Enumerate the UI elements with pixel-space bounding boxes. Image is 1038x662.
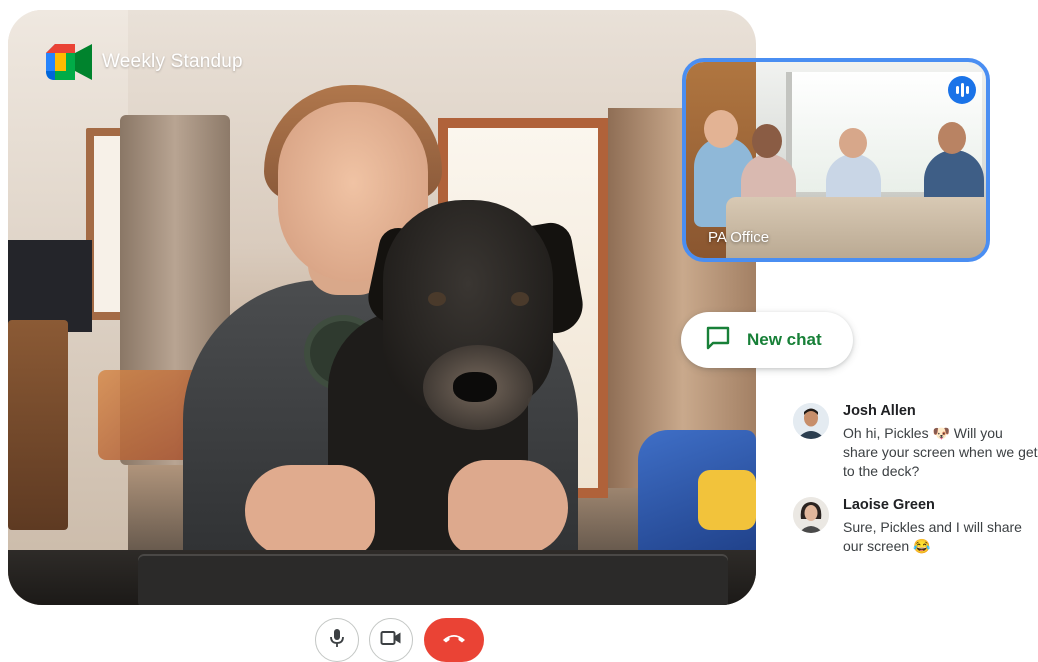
message-text: Sure, Pickles and I will share our scree… [843, 519, 1022, 554]
participant-tile-label: PA Office [708, 229, 770, 246]
video-camera-icon [380, 630, 402, 651]
end-call-button[interactable] [424, 618, 484, 662]
participant-tile-pa-office[interactable]: PA Office [682, 58, 990, 262]
avatar [793, 497, 829, 533]
call-controls [315, 618, 484, 662]
microphone-button[interactable] [315, 618, 359, 662]
background-chair [8, 320, 68, 530]
dog-nose [453, 372, 497, 402]
background-tv [8, 240, 92, 332]
background-object [698, 470, 756, 530]
chat-message: Laoise Green Sure, Pickles and I will sh… [793, 497, 1038, 556]
tile-participant [704, 110, 738, 148]
tile-participant [752, 124, 782, 158]
chat-message: Josh Allen Oh hi, Pickles 🐶 Will you sha… [793, 403, 1038, 481]
message-sender: Josh Allen [843, 403, 916, 419]
chat-icon [705, 326, 731, 355]
meeting-title: Weekly Standup [102, 51, 243, 72]
laptop [138, 554, 728, 605]
meeting-header: Weekly Standup [46, 44, 243, 80]
participant-hand [448, 460, 568, 555]
avatar [793, 403, 829, 439]
new-chat-button[interactable]: New chat [681, 312, 853, 368]
main-video-tile[interactable] [8, 10, 756, 605]
google-meet-logo-icon [46, 44, 92, 80]
camera-button[interactable] [369, 618, 413, 662]
message-text: Oh hi, Pickles 🐶 Will you share your scr… [843, 425, 1038, 479]
microphone-icon [327, 627, 347, 654]
dog-eye [511, 292, 529, 306]
new-chat-label: New chat [747, 330, 822, 349]
dog-eye [428, 292, 446, 306]
message-sender: Laoise Green [843, 497, 935, 513]
tile-participant [839, 128, 867, 158]
participant-hand [245, 465, 375, 557]
speaking-indicator-icon [948, 76, 976, 104]
end-call-icon [441, 631, 467, 649]
tile-participant [938, 122, 966, 154]
